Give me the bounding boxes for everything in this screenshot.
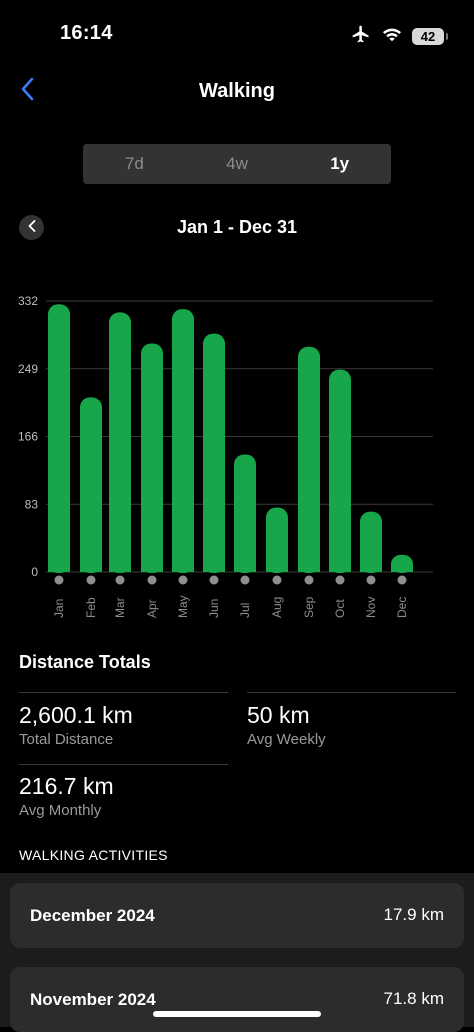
bar-jul[interactable] <box>234 454 256 573</box>
date-range-label: Jan 1 - Dec 31 <box>176 217 298 237</box>
bar-base-oct <box>329 562 351 572</box>
airplane-icon <box>350 24 372 49</box>
bar-oct[interactable] <box>329 369 351 573</box>
y-tick-label: 166 <box>18 430 38 444</box>
activity-month: December 2024 <box>30 906 155 925</box>
segment-7d[interactable]: 7d <box>83 144 186 184</box>
month-marker <box>86 575 96 585</box>
activity-row-november-2024[interactable]: November 2024 71.8 km <box>10 967 464 1032</box>
home-indicator[interactable] <box>153 1011 321 1017</box>
bar-mar[interactable] <box>109 312 131 573</box>
bar-base-feb <box>80 562 102 572</box>
x-tick-label: Jun <box>207 599 221 618</box>
month-marker <box>335 575 345 585</box>
x-tick-label: May <box>176 595 190 618</box>
activity-month: November 2024 <box>30 990 156 1009</box>
activities-list: December 2024 17.9 km November 2024 71.8… <box>0 873 474 1032</box>
month-marker <box>147 575 157 585</box>
bar-base-dec <box>391 564 413 572</box>
activity-distance: 71.8 km <box>383 989 444 1008</box>
x-tick-label: Sep <box>302 596 316 618</box>
divider <box>19 692 228 693</box>
bar-base-apr <box>141 562 163 572</box>
x-tick-label: Feb <box>84 597 98 618</box>
month-marker <box>115 575 125 585</box>
month-marker <box>240 575 250 585</box>
x-tick-label: Apr <box>145 599 159 618</box>
segment-1y[interactable]: 1y <box>288 144 391 184</box>
stat-total-distance: 2,600.1 km Total Distance <box>19 702 133 748</box>
y-tick-label: 332 <box>18 294 38 308</box>
page-title: Walking <box>199 80 275 102</box>
x-tick-label: Jul <box>238 603 252 618</box>
bar-jan[interactable] <box>48 304 70 573</box>
x-tick-label: Aug <box>270 597 284 618</box>
bar-base-nov <box>360 562 382 572</box>
divider <box>247 692 456 693</box>
stat-value: 216.7 km <box>19 773 114 799</box>
divider <box>19 764 228 765</box>
status-time: 16:14 <box>60 22 113 44</box>
bar-base-jan <box>48 562 70 572</box>
wifi-icon <box>381 25 403 48</box>
month-marker <box>366 575 376 585</box>
stat-label: Total Distance <box>19 731 114 748</box>
x-tick-label: Oct <box>333 599 347 618</box>
period-segmented-control: 7d 4w 1y <box>83 144 391 184</box>
bar-apr[interactable] <box>141 343 163 573</box>
bar-base-aug <box>266 562 288 572</box>
bar-feb[interactable] <box>80 397 102 573</box>
stat-label: Avg Monthly <box>19 802 102 819</box>
bar-base-may <box>172 562 194 572</box>
activity-row-december-2024[interactable]: December 2024 17.9 km <box>10 883 464 948</box>
bar-jun[interactable] <box>203 333 225 573</box>
activity-distance: 17.9 km <box>383 905 444 924</box>
stat-label: Avg Weekly <box>247 731 326 748</box>
distance-totals-title: Distance Totals <box>19 652 151 672</box>
month-marker <box>54 575 64 585</box>
x-tick-label: Nov <box>364 597 378 618</box>
walking-activities-header: WALKING ACTIVITIES <box>19 847 168 863</box>
bar-base-jun <box>203 562 225 572</box>
bar-base-mar <box>109 562 131 572</box>
stat-avg-weekly: 50 km Avg Weekly <box>247 702 326 748</box>
bar-may[interactable] <box>172 309 194 573</box>
stat-value: 2,600.1 km <box>19 702 133 728</box>
stat-value: 50 km <box>247 702 310 728</box>
stat-avg-monthly: 216.7 km Avg Monthly <box>19 773 114 819</box>
month-marker <box>272 575 282 585</box>
month-marker <box>209 575 219 585</box>
y-tick-label: 0 <box>31 565 38 579</box>
bar-sep[interactable] <box>298 346 320 573</box>
month-marker <box>304 575 314 585</box>
status-icons: 42 <box>350 24 448 49</box>
y-tick-label: 83 <box>25 497 39 511</box>
y-tick-label: 249 <box>18 362 38 376</box>
month-marker <box>178 575 188 585</box>
battery-icon: 42 <box>412 28 448 45</box>
segment-4w[interactable]: 4w <box>186 144 289 184</box>
bar-base-sep <box>298 562 320 572</box>
x-tick-label: Dec <box>395 597 409 618</box>
monthly-distance-chart: 0 83 166 249 332 Jan Feb Mar Apr May Jun Jul Aug Sep… <box>18 294 433 618</box>
bar-base-jul <box>234 562 256 572</box>
x-tick-label: Jan <box>52 599 66 618</box>
month-marker <box>397 575 407 585</box>
x-tick-label: Mar <box>113 597 127 618</box>
